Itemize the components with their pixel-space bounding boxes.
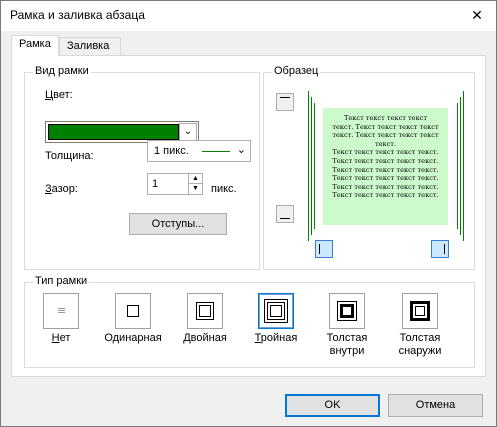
border-and-shading-dialog: Рамка и заливка абзаца ✕ Рамка Заливка В… [0,0,497,427]
sample-preview-line: текст. Текст текст текст текст [332,122,439,131]
thickness-line-sample [202,151,230,152]
frame-type-triple-icon [258,293,294,329]
title-bar: Рамка и заливка абзаца ✕ [1,1,496,31]
spin-up-icon[interactable]: ▲ [188,174,202,184]
indents-button[interactable]: Отступы... [129,213,227,235]
spin-down-icon[interactable]: ▼ [188,184,202,194]
frame-tab-panel: Вид рамки Цвет: ⌄ Толщина: 1 пикс. ⌄ Заз… [11,55,486,377]
right-border-icon [444,244,445,254]
right-frame-line-inner [457,103,458,229]
frame-type-none-label: Нет [51,332,71,344]
right-frame-line-outer [463,91,464,241]
frame-view-legend: Вид рамки [33,65,91,77]
bottom-border-toggle[interactable] [276,205,294,223]
frame-type-single-label: Одинарная [104,332,162,344]
sample-preview-line: Текст текст текст текст текст. [332,191,439,200]
color-label: Цвет: [45,89,73,101]
gap-unit-label: пикс. [211,183,237,195]
frame-type-single[interactable]: Одинарная [101,293,165,345]
sample-group: Образец Текст текст текст текст текст. Т… [263,65,475,270]
tab-frame[interactable]: Рамка [11,35,59,56]
frame-view-group: Вид рамки Цвет: ⌄ Толщина: 1 пикс. ⌄ Заз… [24,65,260,270]
frame-type-thick-inside-icon [329,293,365,329]
left-border-toggle[interactable] [315,240,333,258]
dialog-title: Рамка и заливка абзаца [10,8,145,22]
color-label-rest: вет: [53,89,73,101]
sample-preview-text: Текст текст текст текст текст. Текст текс… [323,114,448,200]
sample-preview-line: Текст текст текст текст [343,114,428,122]
frame-type-none[interactable]: Нет [29,293,93,345]
frame-type-legend: Тип рамки [33,275,90,287]
gap-label: Зазор: [45,183,78,195]
cancel-button-label: Отмена [415,399,456,411]
frame-type-none-icon [43,293,79,329]
sample-preview-line: Текст текст текст текст текст. [332,182,439,191]
sample-preview-line: текст. [374,139,397,148]
sample-legend: Образец [272,65,321,77]
frame-type-thick-outside-label: Толстая снаружи [398,332,442,357]
frame-type-double-icon [187,293,223,329]
frame-type-triple[interactable]: Тройная [244,293,308,345]
chevron-down-icon[interactable]: ⌄ [179,123,197,141]
close-icon[interactable]: ✕ [464,3,490,27]
frame-type-double[interactable]: Двойная [173,293,237,345]
bottom-border-icon [280,218,290,219]
thickness-select[interactable]: 1 пикс. ⌄ [147,140,251,162]
sample-preview-line: Текст текст текст текст текст. [332,156,439,165]
ok-button[interactable]: OK [285,394,380,417]
left-frame-line-middle [311,97,312,235]
left-border-icon [319,244,320,254]
sample-preview: Текст текст текст текст текст. Текст текс… [323,108,448,225]
frame-type-triple-label: Тройная [254,332,298,344]
top-border-toggle[interactable] [276,93,294,111]
cancel-button[interactable]: Отмена [388,394,483,417]
thickness-label: Толщина: [45,150,94,162]
frame-type-thick-inside[interactable]: Толстая внутри [315,293,379,358]
sample-preview-line: Текст текст текст текст текст. [332,165,439,174]
frame-type-thick-inside-label: Толстая внутри [326,332,368,357]
gap-spinner[interactable]: 1 ▲ ▼ [147,173,203,195]
tab-fill-label: Заливка [67,40,110,52]
frame-type-single-icon [115,293,151,329]
color-swatch [48,124,179,140]
right-frame-line-middle [460,97,461,235]
gap-value: 1 [152,178,159,190]
sample-preview-line: Текст текст текст текст текст. [332,148,439,157]
tab-fill[interactable]: Заливка [59,37,121,55]
tab-frame-label: Рамка [19,38,51,50]
sample-preview-line: Текст текст текст текст текст. [332,174,439,183]
frame-type-double-label: Двойная [183,332,227,344]
ok-button-label: OK [324,399,341,411]
left-frame-line-inner [314,103,315,229]
top-border-icon [280,97,290,98]
frame-type-group: Тип рамки Нет Одинарная Двойная Тройная … [24,275,475,368]
left-frame-line-outer [308,91,309,241]
thickness-value: 1 пикс. [154,145,189,157]
indents-button-label: Отступы... [151,218,205,230]
right-border-toggle[interactable] [431,240,449,258]
sample-preview-line: текст. Текст текст текст текст [332,131,439,140]
frame-type-thick-outside[interactable]: Толстая снаружи [388,293,452,358]
chevron-down-icon: ⌄ [236,144,246,156]
frame-type-thick-outside-icon [402,293,438,329]
